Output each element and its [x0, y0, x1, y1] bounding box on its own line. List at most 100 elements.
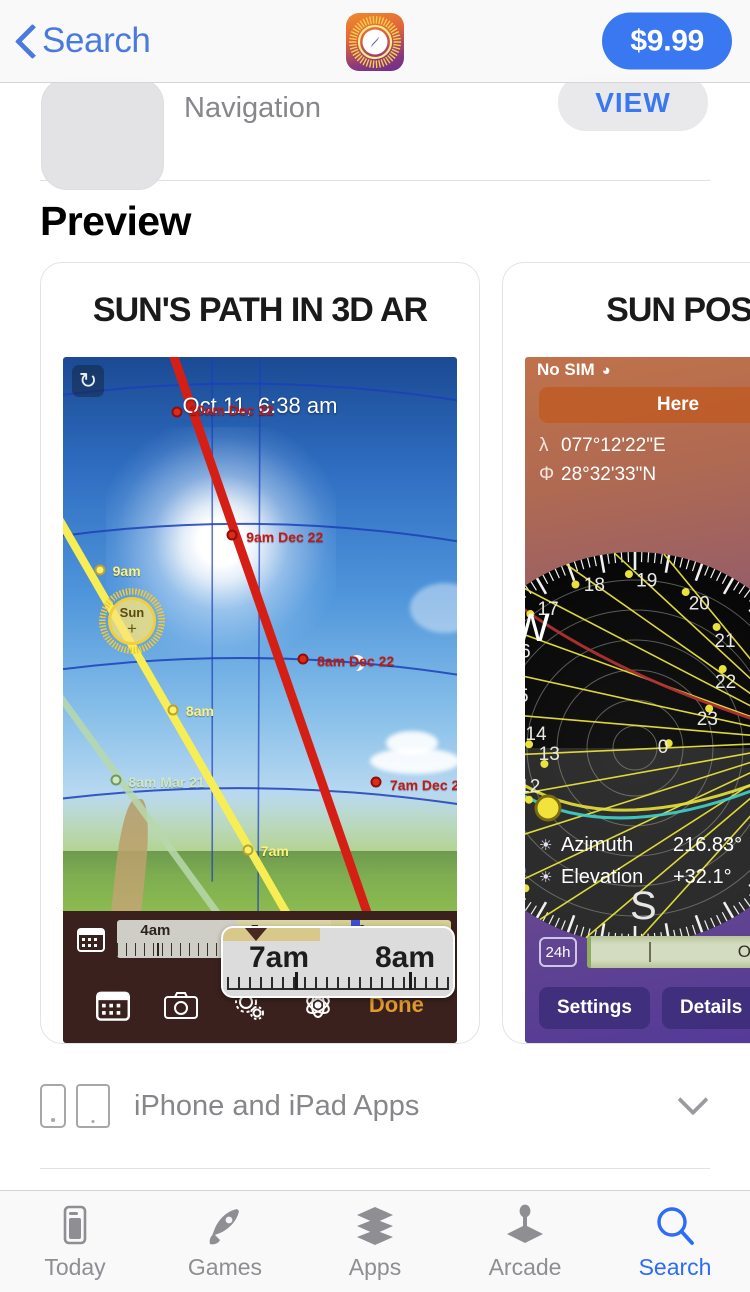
svg-text:15: 15: [525, 686, 529, 707]
settings-button[interactable]: Settings: [539, 987, 650, 1029]
price-button[interactable]: $9.99: [602, 12, 732, 70]
svg-text:13: 13: [539, 744, 560, 765]
sun-path-marker-label: 10am Dec 22: [189, 402, 274, 419]
calendar-icon[interactable]: [96, 989, 131, 1021]
divider-bottom: [40, 1168, 710, 1169]
sun-path-marker-label: 9am Dec 22: [246, 528, 324, 545]
month-separator: [648, 942, 651, 962]
refresh-icon[interactable]: ↻: [72, 365, 104, 397]
sun-position-marker[interactable]: Sun +: [98, 588, 165, 655]
tab-arcade[interactable]: Arcade: [450, 1191, 600, 1292]
chevron-down-icon[interactable]: [677, 1084, 709, 1116]
svg-text:21: 21: [715, 631, 736, 652]
elevation-row: ☀ Elevation +32.1°: [539, 866, 742, 889]
back-button-label: Search: [42, 21, 151, 60]
chevron-left-icon: [14, 22, 36, 60]
svg-text:20: 20: [689, 594, 710, 615]
ipad-icon: [76, 1084, 110, 1128]
sun-path-marker-label: 7am Dec 22: [390, 776, 457, 793]
device-compatibility-row[interactable]: iPhone and iPad Apps: [40, 1078, 710, 1134]
stacked-layers-icon: [357, 1206, 393, 1245]
sun-marker-crosshair: +: [126, 618, 137, 638]
sun-path-marker-dot: [242, 844, 254, 856]
screenshot-card-1[interactable]: SUN'S PATH IN 3D AR ↻ Oct 11, 6:38 am 10…: [40, 262, 480, 1044]
calendar-icon[interactable]: [77, 926, 105, 952]
back-button[interactable]: Search: [14, 21, 151, 61]
magnifier-band: [223, 928, 320, 942]
elevation-value: +32.1°: [673, 865, 732, 888]
magnifier-left-time: 7am: [249, 941, 310, 975]
screenshot-image-1: ↻ Oct 11, 6:38 am 10am Dec 22 9am Dec 22 8…: [63, 357, 457, 1043]
screenshot-carousel[interactable]: SUN'S PATH IN 3D AR ↻ Oct 11, 6:38 am 10…: [40, 262, 750, 1044]
magnifier-major-tick: [295, 972, 298, 991]
page-title: Preview: [40, 198, 191, 244]
sun-path-marker-dot: [226, 529, 238, 541]
device-compatibility-label: iPhone and iPad Apps: [134, 1089, 420, 1122]
screenshot-headline-1: SUN'S PATH IN 3D AR: [92, 290, 428, 329]
app-icon-placeholder: [41, 78, 164, 190]
latitude-value: 28°32'33"N: [561, 464, 657, 486]
joystick-icon: [507, 1204, 543, 1243]
magnifier-ticks: [227, 977, 449, 989]
tab-search[interactable]: Search: [600, 1191, 750, 1292]
sun-path-marker-label: 8am: [185, 703, 214, 720]
azimuth-row: ☀ Azimuth 216.83°: [539, 834, 742, 857]
tab-games-label: Games: [187, 1253, 263, 1280]
latitude-symbol: Φ: [539, 464, 555, 486]
iphone-icon: [40, 1084, 66, 1128]
camera-icon[interactable]: [164, 989, 199, 1021]
tab-arcade-label: Arcade: [488, 1253, 562, 1280]
coordinates-readout: λ 077°12'22"E Φ 28°32'33"N: [539, 431, 666, 490]
magnifier-baseline: [227, 988, 449, 991]
svg-text:10: 10: [525, 862, 526, 883]
sun-path-marker-label: 8am Dec 22: [317, 653, 395, 670]
sun-dot-icon: ☀: [539, 869, 553, 887]
month-slider-track[interactable]: Oct: [587, 936, 750, 968]
sun-path-marker-dot: [167, 704, 179, 716]
svg-text:12: 12: [525, 776, 541, 797]
tab-games[interactable]: Games: [150, 1191, 300, 1292]
24h-toggle-button[interactable]: 24h: [539, 937, 577, 967]
svg-text:0: 0: [658, 737, 669, 758]
sun-marker-label: Sun: [119, 604, 145, 620]
svg-text:22: 22: [715, 672, 736, 693]
sun-ring: Sun +: [107, 597, 156, 646]
screenshot-card-2[interactable]: SUN POSITION No SIM ◕ 14:17 Here λ 077°12…: [502, 262, 750, 1044]
sun-readouts: ☀ Azimuth 216.83° ☀ Elevation +32.1°: [539, 834, 742, 898]
location-button-row: Here: [525, 387, 750, 423]
month-slider-row[interactable]: 24h Oct: [539, 935, 750, 969]
magnifier-icon: [657, 1206, 694, 1245]
sun-path-marker-label: 8am Mar 21: [128, 774, 205, 791]
time-major-tick: [157, 942, 160, 956]
here-button[interactable]: Here: [539, 387, 750, 423]
svg-text:18: 18: [584, 575, 605, 596]
navigation-bar: Search $9.99: [0, 0, 750, 83]
sun-dot-icon: ☀: [539, 837, 553, 855]
elevation-key: Elevation: [561, 865, 644, 888]
tab-today-label: Today: [44, 1253, 106, 1280]
rocket-icon: [209, 1208, 239, 1244]
sun-path-marker-dot: [171, 406, 183, 418]
svg-text:14: 14: [526, 724, 548, 745]
dial-graphic: 02322212019181716151413121110 W S: [525, 552, 750, 945]
latitude-row: Φ 28°32'33"N: [539, 460, 666, 489]
sun-position-dial[interactable]: 02322212019181716151413121110 W S: [525, 533, 750, 963]
sun-compass-app-icon[interactable]: [346, 13, 404, 71]
tab-apps[interactable]: Apps: [300, 1191, 450, 1292]
device-icons: [40, 1084, 110, 1128]
wifi-icon: ◕: [601, 361, 611, 379]
longitude-row: λ 077°12'22"E: [539, 431, 666, 460]
details-button[interactable]: Details: [661, 987, 750, 1029]
tab-today[interactable]: Today: [0, 1191, 150, 1292]
carrier-label: No SIM: [537, 360, 595, 379]
azimuth-value: 216.83°: [673, 833, 743, 856]
azimuth-key: Azimuth: [561, 833, 634, 856]
ar-sun-path-scene: ↻ Oct 11, 6:38 am 10am Dec 22 9am Dec 22 8…: [63, 357, 457, 1043]
tab-search-label: Search: [638, 1253, 712, 1280]
app-category-label: Navigation: [184, 92, 322, 124]
sun-path-marker-dot: [370, 776, 382, 788]
time-tick-label: 4am: [140, 921, 171, 939]
longitude-value: 077°12'22"E: [561, 435, 666, 456]
sun-path-marker-label: 9am: [112, 563, 141, 580]
tab-bar: Today Games Apps Arcade Search: [0, 1190, 750, 1292]
